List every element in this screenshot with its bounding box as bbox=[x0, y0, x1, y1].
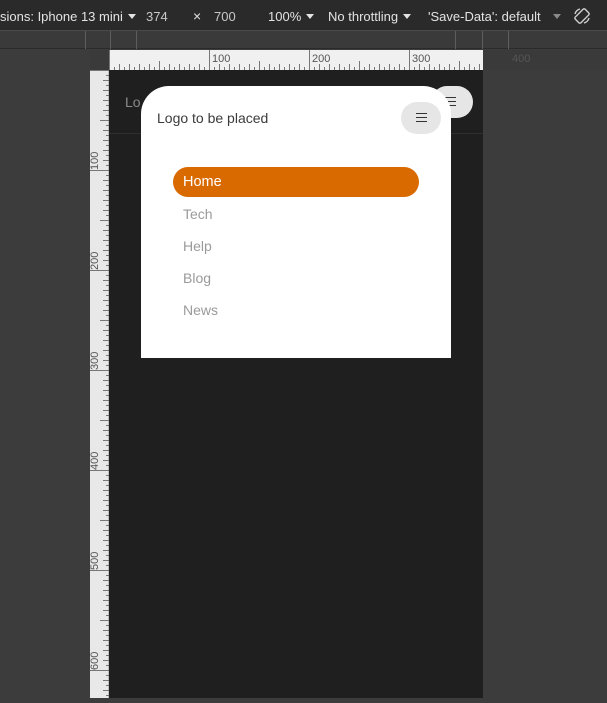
width-input[interactable]: 374 bbox=[146, 9, 168, 24]
ruler-label: 600 bbox=[89, 651, 101, 670]
ruler-label: 200 bbox=[312, 53, 331, 65]
throttling-label: No throttling bbox=[328, 9, 399, 24]
device-select[interactable]: sions: Iphone 13 mini bbox=[0, 9, 136, 24]
menu-icon bbox=[416, 113, 427, 123]
menu-logo: Logo to be placed bbox=[157, 110, 269, 126]
rotate-icon[interactable] bbox=[572, 6, 592, 26]
dimension-separator: × bbox=[193, 8, 202, 24]
menu-toggle-button[interactable] bbox=[401, 102, 441, 134]
device-select-label: sions: Iphone 13 mini bbox=[0, 9, 123, 24]
nav-item-blog[interactable]: Blog bbox=[173, 263, 211, 293]
page-logo: Lo bbox=[125, 94, 141, 110]
ruler-label: 300 bbox=[412, 53, 431, 65]
divider bbox=[455, 31, 456, 49]
ruler-label: 200 bbox=[89, 251, 101, 270]
chevron-down-icon bbox=[127, 14, 136, 20]
divider bbox=[508, 31, 509, 49]
ruler-corner bbox=[90, 50, 109, 70]
device-toolbar: sions: Iphone 13 mini 374 × 700 100% No … bbox=[0, 0, 607, 31]
nav-item-news[interactable]: News bbox=[173, 295, 218, 325]
nav-item-home[interactable]: Home bbox=[173, 167, 419, 197]
device-viewport: Lo Logo to be placed Home Tech Help Blog… bbox=[109, 70, 483, 698]
ruler-label: 400 bbox=[512, 53, 531, 65]
ruler-label: 100 bbox=[89, 151, 101, 170]
zoom-select[interactable]: 100% bbox=[268, 9, 315, 24]
divider bbox=[136, 31, 137, 49]
height-input[interactable]: 700 bbox=[214, 9, 236, 24]
save-data-select[interactable]: 'Save-Data': default bbox=[428, 9, 561, 24]
throttling-select[interactable]: No throttling bbox=[328, 9, 412, 24]
chevron-down-icon bbox=[552, 14, 561, 20]
save-data-label: 'Save-Data': default bbox=[428, 9, 541, 24]
nav-item-help[interactable]: Help bbox=[173, 231, 212, 261]
ruler-label: 300 bbox=[89, 351, 101, 370]
chevron-down-icon bbox=[403, 14, 412, 20]
divider bbox=[85, 31, 86, 49]
chevron-down-icon bbox=[306, 14, 315, 20]
divider bbox=[110, 31, 111, 49]
media-query-bar bbox=[0, 31, 607, 49]
ruler-label: 100 bbox=[212, 53, 231, 65]
zoom-label: 100% bbox=[268, 9, 302, 24]
nav-item-tech[interactable]: Tech bbox=[173, 199, 213, 229]
ruler-label: 500 bbox=[89, 551, 101, 570]
divider bbox=[482, 31, 483, 49]
ruler-label: 400 bbox=[89, 451, 101, 470]
mobile-menu: Logo to be placed Home Tech Help Blog Ne… bbox=[141, 86, 451, 358]
